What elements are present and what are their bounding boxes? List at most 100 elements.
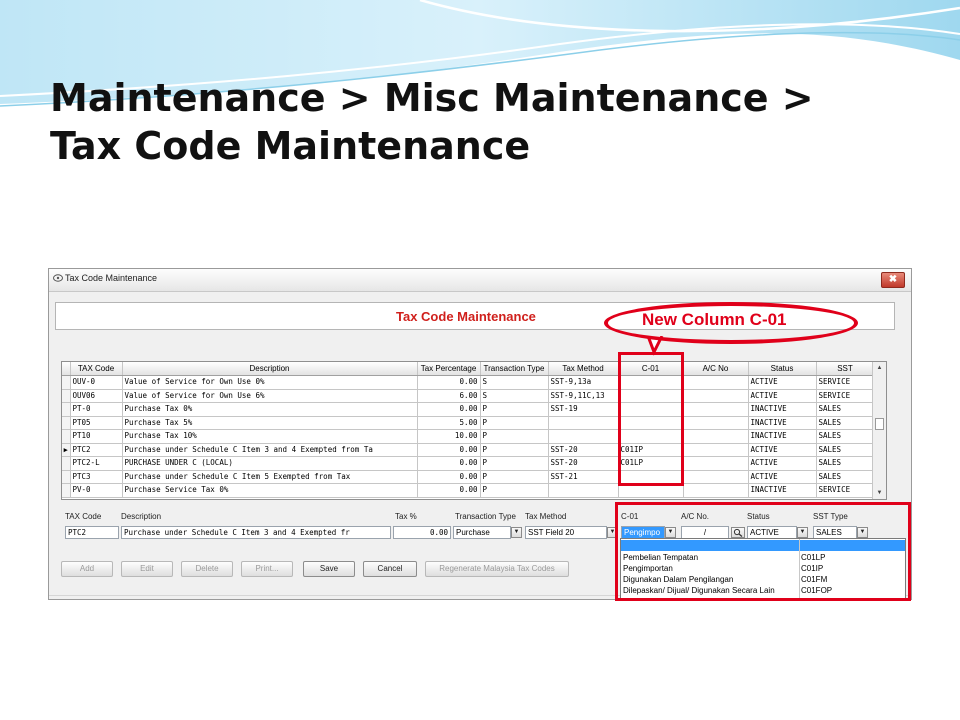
tax-method-select[interactable]: SST Field 20	[525, 526, 607, 539]
cell-transaction-type[interactable]: P	[480, 429, 549, 444]
table-row[interactable]: PTC2-L PURCHASE UNDER C (LOCAL) 0.00 P SST-2…	[62, 456, 875, 471]
print-button[interactable]: Print...	[241, 561, 293, 577]
cell-tax-method[interactable]: SST-9,11C,13	[548, 389, 619, 403]
cell-tax-method[interactable]	[548, 429, 619, 444]
tax-code-field[interactable]: PTC2	[65, 526, 119, 539]
cell-tax-method[interactable]	[548, 416, 619, 430]
grid-vertical-scrollbar[interactable]: ▲ ▼	[872, 362, 886, 499]
cell-ac-no[interactable]	[683, 470, 749, 484]
description-field[interactable]: Purchase under Schedule C Item 3 and 4 E…	[121, 526, 391, 539]
cell-transaction-type[interactable]: P	[480, 483, 549, 498]
table-row[interactable]: OUV-0 Value of Service for Own Use 0% 0.00…	[62, 375, 875, 390]
cell-sst[interactable]: SALES	[816, 402, 875, 417]
cell-status[interactable]: INACTIVE	[748, 402, 817, 417]
cell-ac-no[interactable]	[683, 389, 749, 403]
cell-tax-code[interactable]: OUV06	[70, 389, 123, 403]
cell-sst[interactable]: SALES	[816, 416, 875, 430]
col-header-transaction-type[interactable]: Transaction Type	[480, 362, 549, 376]
cell-ac-no[interactable]	[683, 443, 749, 457]
cell-description[interactable]: Value of Service for Own Use 6%	[122, 389, 418, 403]
col-header-description[interactable]: Description	[122, 362, 418, 376]
cell-tax-percentage[interactable]: 0.00	[417, 402, 481, 417]
cell-sst[interactable]: SERVICE	[816, 375, 875, 390]
cell-tax-method[interactable]: SST-9,13a	[548, 375, 619, 390]
transaction-type-dropdown-arrow-icon[interactable]: ▼	[511, 527, 522, 538]
cell-status[interactable]: ACTIVE	[748, 443, 817, 457]
table-row[interactable]: PT05 Purchase Tax 5% 5.00 P INACTIVE SALES	[62, 416, 875, 430]
col-header-status[interactable]: Status	[748, 362, 817, 376]
delete-button[interactable]: Delete	[181, 561, 233, 577]
cell-tax-percentage[interactable]: 0.00	[417, 375, 481, 390]
cell-tax-code[interactable]: PV-0	[70, 483, 123, 498]
cell-description[interactable]: PURCHASE UNDER C (LOCAL)	[122, 456, 418, 471]
regenerate-malaysia-tax-codes-button[interactable]: Regenerate Malaysia Tax Codes	[425, 561, 569, 577]
cell-tax-percentage[interactable]: 6.00	[417, 389, 481, 403]
cell-transaction-type[interactable]: S	[480, 389, 549, 403]
cell-tax-method[interactable]	[548, 483, 619, 498]
cell-tax-percentage[interactable]: 5.00	[417, 416, 481, 430]
cell-transaction-type[interactable]: P	[480, 456, 549, 471]
col-header-tax-method[interactable]: Tax Method	[548, 362, 619, 376]
cell-description[interactable]: Purchase Tax 0%	[122, 402, 418, 417]
cell-description[interactable]: Purchase under Schedule C Item 3 and 4 E…	[122, 443, 418, 457]
cell-tax-method[interactable]: SST-20	[548, 456, 619, 471]
table-row[interactable]: ▶ PTC2 Purchase under Schedule C Item 3 an…	[62, 443, 875, 457]
cell-tax-percentage[interactable]: 0.00	[417, 470, 481, 484]
cell-status[interactable]: ACTIVE	[748, 389, 817, 403]
cell-tax-method[interactable]: SST-20	[548, 443, 619, 457]
cell-sst[interactable]: SALES	[816, 470, 875, 484]
scroll-up-arrow-icon[interactable]: ▲	[873, 362, 886, 374]
cell-ac-no[interactable]	[683, 456, 749, 471]
col-header-tax-code[interactable]: TAX Code	[70, 362, 123, 376]
table-row[interactable]: OUV06 Value of Service for Own Use 6% 6.00…	[62, 389, 875, 403]
cell-transaction-type[interactable]: P	[480, 470, 549, 484]
cell-description[interactable]: Purchase under Schedule C Item 5 Exempte…	[122, 470, 418, 484]
tax-code-grid[interactable]: TAX Code Description Tax Percentage Tran…	[61, 361, 887, 500]
cell-transaction-type[interactable]: S	[480, 375, 549, 390]
cell-ac-no[interactable]	[683, 416, 749, 430]
cell-status[interactable]: ACTIVE	[748, 470, 817, 484]
table-row[interactable]: PT10 Purchase Tax 10% 10.00 P INACTIVE SALES	[62, 429, 875, 444]
cell-tax-code[interactable]: PT10	[70, 429, 123, 444]
cancel-button[interactable]: Cancel	[363, 561, 417, 577]
table-row[interactable]: PV-0 Purchase Service Tax 0% 0.00 P INACTIVE…	[62, 483, 875, 498]
cell-status[interactable]: ACTIVE	[748, 375, 817, 390]
cell-sst[interactable]: SERVICE	[816, 389, 875, 403]
cell-sst[interactable]: SALES	[816, 429, 875, 444]
cell-status[interactable]: INACTIVE	[748, 429, 817, 444]
cell-status[interactable]: INACTIVE	[748, 416, 817, 430]
cell-transaction-type[interactable]: P	[480, 402, 549, 417]
cell-sst[interactable]: SERVICE	[816, 483, 875, 498]
transaction-type-select[interactable]: Purchase	[453, 526, 511, 539]
cell-description[interactable]: Purchase Service Tax 0%	[122, 483, 418, 498]
cell-sst[interactable]: SALES	[816, 456, 875, 471]
cell-tax-method[interactable]: SST-19	[548, 402, 619, 417]
cell-ac-no[interactable]	[683, 402, 749, 417]
close-button[interactable]: ✖	[881, 272, 905, 288]
cell-ac-no[interactable]	[683, 429, 749, 444]
cell-description[interactable]: Purchase Tax 5%	[122, 416, 418, 430]
cell-tax-percentage[interactable]: 0.00	[417, 483, 481, 498]
edit-button[interactable]: Edit	[121, 561, 173, 577]
add-button[interactable]: Add	[61, 561, 113, 577]
cell-tax-percentage[interactable]: 0.00	[417, 443, 481, 457]
cell-status[interactable]: INACTIVE	[748, 483, 817, 498]
scroll-thumb[interactable]	[875, 418, 884, 430]
table-row[interactable]: PTC3 Purchase under Schedule C Item 5 Exe…	[62, 470, 875, 484]
cell-tax-code[interactable]: PTC3	[70, 470, 123, 484]
col-header-sst[interactable]: SST	[816, 362, 875, 376]
cell-tax-code[interactable]: PT05	[70, 416, 123, 430]
scroll-down-arrow-icon[interactable]: ▼	[873, 487, 886, 499]
cell-ac-no[interactable]	[683, 375, 749, 390]
cell-tax-code[interactable]: OUV-0	[70, 375, 123, 390]
cell-status[interactable]: ACTIVE	[748, 456, 817, 471]
tax-percent-field[interactable]: 0.00	[393, 526, 451, 539]
cell-tax-code[interactable]: PT-0	[70, 402, 123, 417]
cell-transaction-type[interactable]: P	[480, 416, 549, 430]
cell-tax-method[interactable]: SST-21	[548, 470, 619, 484]
cell-tax-code[interactable]: PTC2-L	[70, 456, 123, 471]
col-header-ac-no[interactable]: A/C No	[683, 362, 749, 376]
cell-tax-percentage[interactable]: 0.00	[417, 456, 481, 471]
cell-transaction-type[interactable]: P	[480, 443, 549, 457]
cell-tax-code[interactable]: PTC2	[70, 443, 123, 457]
